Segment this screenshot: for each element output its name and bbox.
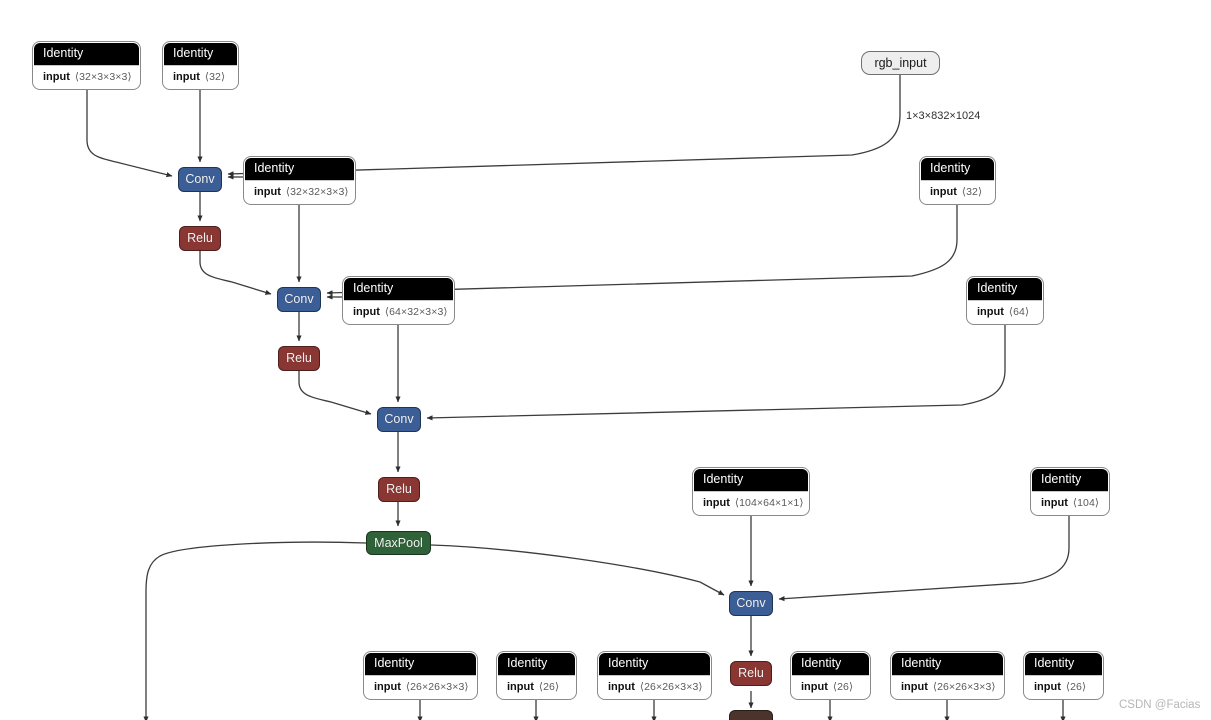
identity-node-header: Identity (344, 278, 453, 300)
op-node-clipped[interactable] (729, 710, 773, 720)
identity-node-key: input (901, 681, 928, 693)
identity-node-header: Identity (599, 653, 710, 675)
watermark: CSDN @Facias (1119, 699, 1200, 711)
identity-node-key: input (1034, 681, 1061, 693)
identity-node-key: input (353, 306, 380, 318)
identity-node-body: input ⟨32⟩ (921, 180, 994, 203)
identity-node-value: ⟨64×32×3×3⟩ (384, 306, 448, 318)
identity-node-header: Identity (164, 43, 237, 65)
identity-node[interactable]: Identity input ⟨26×26×3×3⟩ (364, 652, 477, 699)
identity-node-header: Identity (34, 43, 139, 65)
op-node-label: MaxPool (374, 535, 423, 550)
identity-node-key: input (173, 71, 200, 83)
identity-node-body: input ⟨104⟩ (1032, 491, 1108, 514)
identity-node-key: input (43, 71, 70, 83)
identity-node[interactable]: Identity input ⟨32×3×3×3⟩ (33, 42, 140, 89)
identity-node-header: Identity (1025, 653, 1102, 675)
identity-node-body: input ⟨32×3×3×3⟩ (34, 65, 139, 88)
input-node-rgb-input[interactable]: rgb_input (861, 51, 940, 75)
identity-node-value: ⟨26⟩ (832, 681, 854, 693)
identity-node-value: ⟨26×26×3×3⟩ (405, 681, 469, 693)
identity-node-body: input ⟨26×26×3×3⟩ (599, 675, 710, 698)
identity-node[interactable]: Identity input ⟨26⟩ (497, 652, 576, 699)
identity-node[interactable]: Identity input ⟨64×32×3×3⟩ (343, 277, 454, 324)
op-node-label: Conv (384, 412, 414, 427)
identity-node-value: ⟨104×64×1×1⟩ (734, 497, 804, 509)
identity-node-key: input (930, 186, 957, 198)
edge-shape-label: 1×3×832×1024 (906, 110, 980, 122)
identity-node-header: Identity (694, 469, 808, 491)
identity-node-value: ⟨26×26×3×3⟩ (639, 681, 703, 693)
watermark-text: CSDN @Facias (1119, 699, 1201, 711)
graph-canvas[interactable]: rgb_input Identity input ⟨32×3×3×3⟩ Ident… (0, 0, 1211, 720)
op-node-relu[interactable]: Relu (179, 226, 221, 251)
identity-node-value: ⟨26⟩ (538, 681, 560, 693)
identity-node-body: input ⟨26×26×3×3⟩ (365, 675, 476, 698)
op-node-label: Relu (187, 231, 213, 246)
identity-node-value: ⟨104⟩ (1072, 497, 1100, 509)
identity-node-body: input ⟨32⟩ (164, 65, 237, 88)
op-node-maxpool[interactable]: MaxPool (366, 531, 431, 555)
op-node-relu[interactable]: Relu (378, 477, 420, 502)
op-node-relu[interactable]: Relu (278, 346, 320, 371)
graph-edges-layer (86, 75, 1070, 720)
identity-node[interactable]: Identity input ⟨64⟩ (967, 277, 1043, 324)
op-node-relu[interactable]: Relu (730, 661, 772, 686)
identity-node-body: input ⟨26⟩ (1025, 675, 1102, 698)
identity-node[interactable]: Identity input ⟨26×26×3×3⟩ (598, 652, 711, 699)
identity-node-body: input ⟨26⟩ (792, 675, 869, 698)
identity-node-value: ⟨32⟩ (204, 71, 226, 83)
identity-node[interactable]: Identity input ⟨26×26×3×3⟩ (891, 652, 1004, 699)
identity-node[interactable]: Identity input ⟨26⟩ (1024, 652, 1103, 699)
op-node-conv[interactable]: Conv (729, 591, 773, 616)
identity-node-value: ⟨32×32×3×3⟩ (285, 186, 349, 198)
identity-node-key: input (608, 681, 635, 693)
identity-node-body: input ⟨104×64×1×1⟩ (694, 491, 808, 514)
identity-node-key: input (254, 186, 281, 198)
op-node-conv[interactable]: Conv (277, 287, 321, 312)
identity-node-header: Identity (365, 653, 476, 675)
identity-node-body: input ⟨26⟩ (498, 675, 575, 698)
op-node-label: Conv (185, 172, 215, 187)
identity-node[interactable]: Identity input ⟨32×32×3×3⟩ (244, 157, 355, 204)
identity-node-value: ⟨26⟩ (1065, 681, 1087, 693)
identity-node-body: input ⟨64×32×3×3⟩ (344, 300, 453, 323)
identity-node[interactable]: Identity input ⟨32⟩ (163, 42, 238, 89)
op-node-label: Conv (736, 596, 766, 611)
op-node-label: Conv (284, 292, 314, 307)
op-node-conv[interactable]: Conv (178, 167, 222, 192)
identity-node-value: ⟨32×3×3×3⟩ (74, 71, 132, 83)
identity-node-header: Identity (498, 653, 575, 675)
identity-node-header: Identity (921, 158, 994, 180)
identity-node[interactable]: Identity input ⟨104×64×1×1⟩ (693, 468, 809, 515)
identity-node-value: ⟨26×26×3×3⟩ (932, 681, 996, 693)
identity-node-header: Identity (1032, 469, 1108, 491)
identity-node-key: input (703, 497, 730, 509)
identity-node-body: input ⟨32×32×3×3⟩ (245, 180, 354, 203)
identity-node-key: input (507, 681, 534, 693)
identity-node-body: input ⟨64⟩ (968, 300, 1042, 323)
identity-node-key: input (374, 681, 401, 693)
identity-node-value: ⟨64⟩ (1008, 306, 1030, 318)
op-node-label: Relu (738, 666, 764, 681)
identity-node[interactable]: Identity input ⟨26⟩ (791, 652, 870, 699)
identity-node[interactable]: Identity input ⟨104⟩ (1031, 468, 1109, 515)
identity-node-key: input (977, 306, 1004, 318)
identity-node[interactable]: Identity input ⟨32⟩ (920, 157, 995, 204)
identity-node-body: input ⟨26×26×3×3⟩ (892, 675, 1003, 698)
identity-node-value: ⟨32⟩ (961, 186, 983, 198)
input-node-label: rgb_input (874, 56, 927, 70)
identity-node-header: Identity (245, 158, 354, 180)
identity-node-key: input (801, 681, 828, 693)
op-node-conv[interactable]: Conv (377, 407, 421, 432)
identity-node-header: Identity (792, 653, 869, 675)
identity-node-header: Identity (968, 278, 1042, 300)
op-node-label: Relu (286, 351, 312, 366)
identity-node-header: Identity (892, 653, 1003, 675)
edge-shape-label-text: 1×3×832×1024 (906, 110, 981, 122)
identity-node-key: input (1041, 497, 1068, 509)
op-node-label: Relu (386, 482, 412, 497)
